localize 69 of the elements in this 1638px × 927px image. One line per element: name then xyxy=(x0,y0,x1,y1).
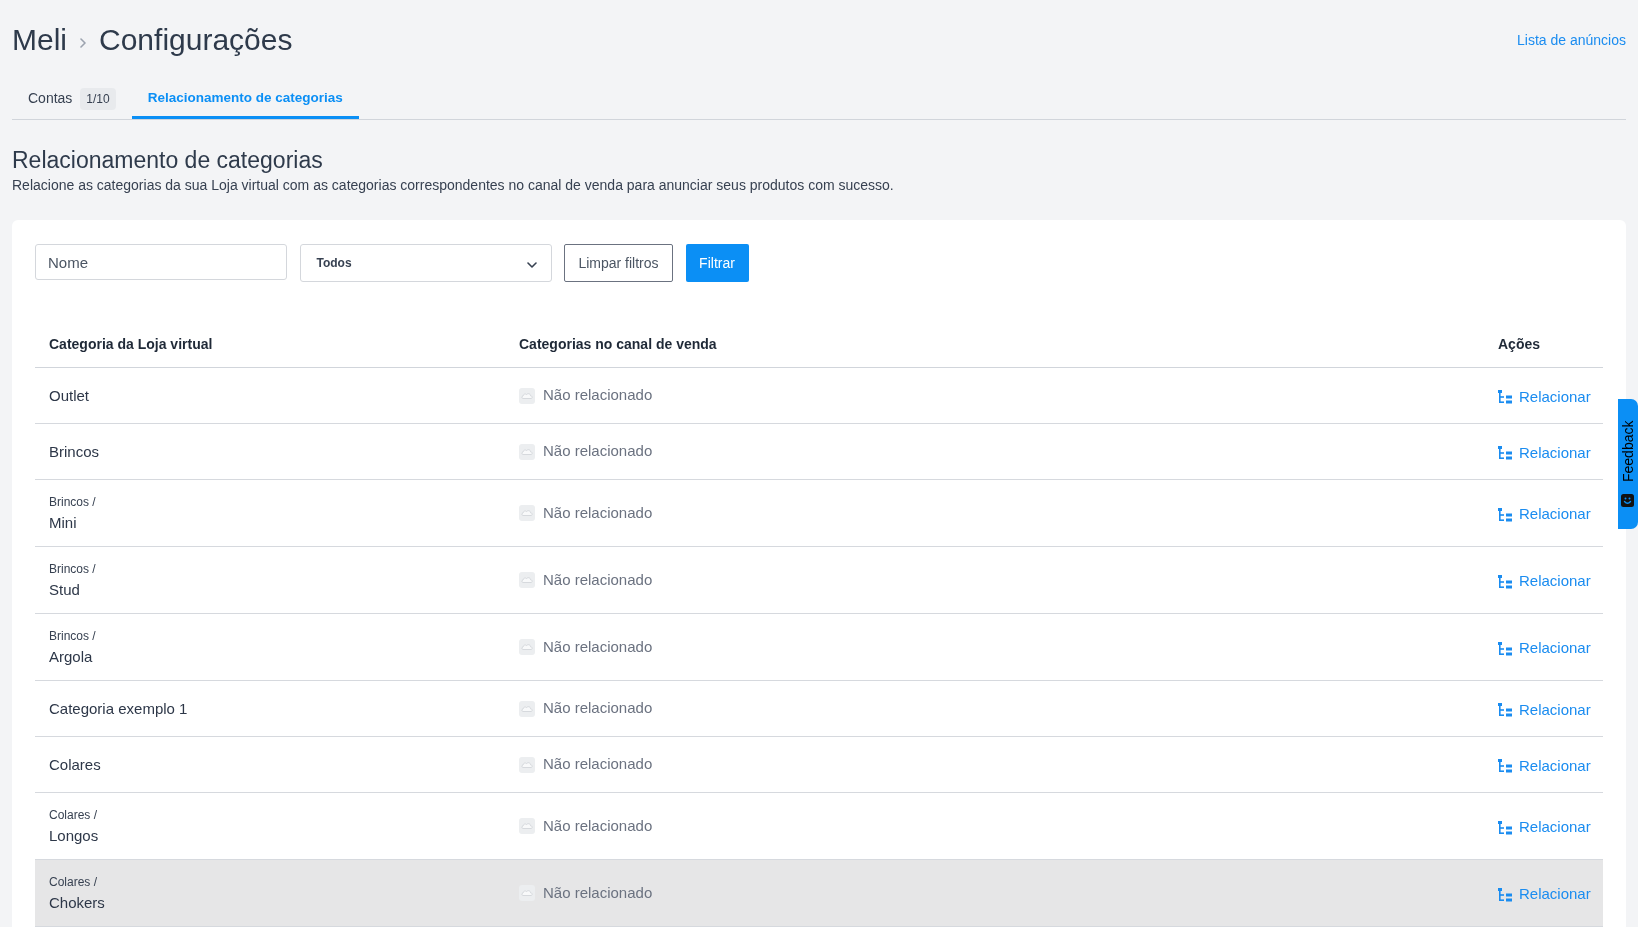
category-name: Longos xyxy=(49,825,99,846)
cloud-icon xyxy=(519,639,535,655)
status-text: Não relacionado xyxy=(543,636,653,657)
category-name: Categoria exemplo 1 xyxy=(49,698,188,719)
relate-button[interactable]: Relacionar xyxy=(1498,385,1591,409)
parent-category-text: Brincos / xyxy=(49,493,96,510)
tree-structure-icon xyxy=(1498,446,1512,460)
page-title: Configurações xyxy=(99,22,293,58)
count-badge: 1/10 xyxy=(80,87,116,110)
cloud-icon xyxy=(519,756,535,773)
category-name: Outlet xyxy=(49,385,90,406)
tree-structure-icon xyxy=(1498,759,1512,773)
status-select[interactable]: Todos xyxy=(299,244,552,282)
cloud-icon xyxy=(519,700,535,717)
status-text: Não relacionado xyxy=(543,815,653,836)
parent-category-text: Colares / xyxy=(49,873,98,890)
category-name: Colares xyxy=(49,754,101,775)
status-text: Não relacionado xyxy=(543,882,653,903)
tree-structure-icon xyxy=(1498,703,1512,717)
status-text: Não relacionado xyxy=(543,569,653,590)
filter-button[interactable]: Filtrar xyxy=(685,244,749,282)
tree-structure-icon xyxy=(1498,641,1512,656)
tree-structure-icon xyxy=(1498,887,1512,902)
section-title: Relacionamento de categorias xyxy=(12,146,324,175)
status-text: Não relacionado xyxy=(543,385,653,406)
cloud-icon xyxy=(519,572,535,588)
status-text: Não relacionado xyxy=(543,441,653,462)
cloud-icon xyxy=(519,885,535,901)
column-header: Categoria da Loja virtual xyxy=(49,335,213,352)
relate-button[interactable]: Relacionar xyxy=(1498,637,1591,660)
category-name: Brincos xyxy=(49,441,100,462)
column-header: Ações xyxy=(1498,335,1541,352)
cloud-icon xyxy=(519,818,535,834)
feedback-tab[interactable]: Feedback xyxy=(1618,399,1638,529)
status-text: Não relacionado xyxy=(543,698,653,719)
cloud-icon xyxy=(519,387,535,404)
category-name: Mini xyxy=(49,512,77,533)
category-name: Stud xyxy=(49,579,80,600)
chevron-right-icon xyxy=(80,38,86,48)
relate-button[interactable]: Relacionar xyxy=(1498,883,1591,906)
tree-structure-icon xyxy=(1498,820,1512,835)
listings-link[interactable]: Lista de anúncios xyxy=(1517,29,1626,51)
relate-button[interactable]: Relacionar xyxy=(1498,816,1591,839)
category-name: Chokers xyxy=(49,892,105,913)
tree-structure-icon xyxy=(1498,390,1512,404)
status-text: Não relacionado xyxy=(543,502,653,523)
cloud-icon xyxy=(519,443,535,460)
tab[interactable]: Relacionamento de categorias xyxy=(131,81,359,119)
cloud-icon xyxy=(519,505,535,521)
parent-category-text: Brincos / xyxy=(49,627,96,644)
relate-button[interactable]: Relacionar xyxy=(1498,503,1591,526)
relate-button[interactable]: Relacionar xyxy=(1498,441,1591,465)
relate-button[interactable]: Relacionar xyxy=(1498,698,1591,722)
parent-category-text: Colares / xyxy=(49,806,98,823)
relate-button[interactable]: Relacionar xyxy=(1498,570,1591,593)
clear-filters-button[interactable]: Limpar filtros xyxy=(564,244,673,282)
chevron-down-icon xyxy=(526,261,537,268)
name-field[interactable]: Nome xyxy=(35,244,287,280)
tree-structure-icon xyxy=(1498,507,1512,522)
tree-structure-icon xyxy=(1498,574,1512,589)
parent-category-text: Brincos / xyxy=(49,560,96,577)
status-text: Não relacionado xyxy=(543,754,653,775)
column-header: Categorias no canal de venda xyxy=(519,335,717,352)
section-description: Relacione as categorias da sua Loja virtual com as categorias correspondentes no canal de venda para anunciar seus produtos com sucesso. xyxy=(12,176,895,195)
smiley-icon xyxy=(1621,494,1635,508)
tab[interactable]: Contas 1/10 xyxy=(12,81,132,119)
relate-button[interactable]: Relacionar xyxy=(1498,754,1591,778)
category-name: Argola xyxy=(49,646,93,667)
breadcrumb-link[interactable]: Meli xyxy=(12,20,67,60)
